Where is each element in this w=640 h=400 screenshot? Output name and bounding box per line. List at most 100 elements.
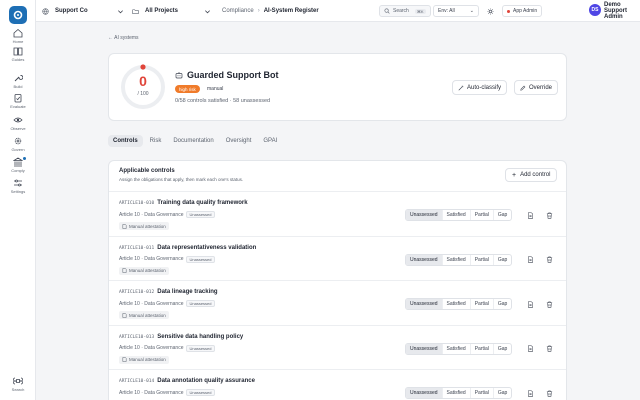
auto-classify-button[interactable]: Auto-classify bbox=[452, 80, 508, 95]
status-option-gap[interactable]: Gap bbox=[494, 210, 511, 220]
sidebar-item-comply[interactable]: Comply bbox=[0, 157, 36, 179]
evidence-button[interactable] bbox=[525, 255, 535, 265]
org-dropdown-toggle[interactable] bbox=[117, 0, 124, 22]
status-option-satisfied[interactable]: Satisfied bbox=[443, 388, 471, 398]
sun-icon bbox=[487, 7, 494, 15]
document-icon bbox=[122, 357, 127, 362]
add-control-button[interactable]: + Add control bbox=[505, 168, 558, 182]
sidebar-item-label: Search bbox=[11, 387, 25, 392]
status-option-partial[interactable]: Partial bbox=[471, 254, 494, 265]
control-article: Article 10 · Data Governance bbox=[119, 300, 184, 307]
app-logo[interactable] bbox=[9, 6, 27, 24]
status-option-partial[interactable]: Partial bbox=[471, 388, 494, 398]
risk-badge: high risk bbox=[175, 85, 200, 93]
control-name[interactable]: Sensitive data handling policy bbox=[157, 334, 243, 340]
panel-title: Applicable controls bbox=[119, 168, 175, 174]
status-option-gap[interactable]: Gap bbox=[494, 255, 511, 265]
control-name[interactable]: Training data quality framework bbox=[157, 200, 247, 206]
status-option-partial[interactable]: Partial bbox=[471, 343, 494, 354]
status-option-satisfied[interactable]: Satisfied bbox=[443, 343, 471, 354]
status-option-unassessed[interactable]: Unassessed bbox=[406, 343, 443, 354]
status-option-satisfied[interactable]: Satisfied bbox=[443, 254, 471, 265]
theme-toggle[interactable] bbox=[487, 0, 494, 22]
evidence-button[interactable] bbox=[525, 388, 535, 398]
control-name[interactable]: Data annotation quality assurance bbox=[157, 378, 255, 384]
status-option-partial[interactable]: Partial bbox=[471, 210, 494, 220]
status-dot bbox=[507, 9, 510, 13]
project-switcher[interactable]: All Projects bbox=[132, 0, 178, 22]
status-option-satisfied[interactable]: Satisfied bbox=[443, 299, 471, 309]
sidebar-item-label: Home bbox=[12, 39, 24, 44]
sidebar-item-label: Evaluate bbox=[10, 104, 26, 109]
control-code: ARTICLE10-012 bbox=[119, 290, 155, 295]
sidebar-item-guides[interactable]: Guides bbox=[0, 46, 36, 68]
status-option-unassessed[interactable]: Unassessed bbox=[406, 299, 443, 309]
globe-icon bbox=[42, 7, 49, 15]
evidence-button[interactable] bbox=[525, 344, 535, 354]
control-name[interactable]: Data representativeness validation bbox=[157, 245, 256, 251]
back-link[interactable]: ← AI systems bbox=[108, 35, 139, 41]
attestation-label: Manual attestation bbox=[129, 223, 166, 229]
classification-mode: manual bbox=[207, 86, 224, 92]
attestation-badge: Manual attestation bbox=[119, 222, 169, 230]
clipboard-icon bbox=[14, 94, 22, 103]
env-select[interactable]: Env: All ⌄ bbox=[433, 5, 479, 17]
status-option-gap[interactable]: Gap bbox=[494, 344, 511, 354]
sidebar-item-build[interactable]: Build bbox=[0, 73, 36, 95]
status-option-unassessed[interactable]: Unassessed bbox=[406, 254, 443, 265]
status-option-unassessed[interactable]: Unassessed bbox=[406, 210, 443, 220]
app-admin-badge[interactable]: App Admin bbox=[502, 5, 543, 17]
tab-risk[interactable]: Risk bbox=[145, 135, 167, 147]
override-button[interactable]: Override bbox=[514, 80, 559, 95]
tab-documentation[interactable]: Documentation bbox=[168, 135, 218, 147]
evidence-button[interactable] bbox=[525, 299, 535, 309]
sidebar: Home Guides Build Evaluate Observe Gover… bbox=[0, 0, 36, 400]
avatar[interactable]: DS bbox=[589, 4, 601, 16]
top-bar: Support Co All Projects Compliance › AI-… bbox=[36, 0, 640, 22]
breadcrumb-parent[interactable]: Compliance bbox=[222, 8, 254, 14]
delete-button[interactable] bbox=[544, 388, 554, 398]
breadcrumb-separator: › bbox=[257, 8, 260, 14]
file-icon bbox=[527, 211, 533, 219]
active-indicator bbox=[23, 157, 26, 160]
status-badge: Unassessed bbox=[186, 255, 215, 263]
status-option-gap[interactable]: Gap bbox=[494, 388, 511, 398]
document-icon bbox=[122, 312, 127, 318]
delete-button[interactable] bbox=[544, 344, 554, 354]
chevron-down-icon bbox=[118, 9, 123, 13]
sidebar-item-govern[interactable]: Govern bbox=[0, 136, 36, 158]
sidebar-search[interactable]: Search bbox=[0, 376, 36, 398]
sidebar-item-settings[interactable]: Settings bbox=[0, 178, 36, 200]
delete-button[interactable] bbox=[544, 299, 554, 309]
attestation-badge: Manual attestation bbox=[119, 355, 169, 364]
status-option-unassessed[interactable]: Unassessed bbox=[406, 388, 443, 398]
bot-icon bbox=[175, 72, 183, 79]
tab-controls[interactable]: Controls bbox=[108, 134, 143, 147]
status-option-satisfied[interactable]: Satisfied bbox=[443, 210, 471, 220]
home-icon bbox=[13, 28, 23, 38]
control-article: Article 10 · Data Governance bbox=[119, 256, 184, 262]
user-name[interactable]: Demo Support Admin bbox=[604, 0, 640, 22]
sidebar-item-label: Govern bbox=[11, 147, 25, 152]
bank-icon bbox=[13, 157, 23, 167]
control-name[interactable]: Data lineage tracking bbox=[157, 289, 217, 295]
attestation-badge: Manual attestation bbox=[119, 266, 169, 275]
control-code: ARTICLE10-010 bbox=[119, 201, 155, 206]
tab-oversight[interactable]: Oversight bbox=[221, 135, 257, 147]
file-icon bbox=[527, 300, 533, 308]
control-title: ARTICLE10-013 Sensitive data handling po… bbox=[119, 334, 243, 340]
sidebar-item-observe[interactable]: Observe bbox=[0, 115, 36, 137]
status-option-partial[interactable]: Partial bbox=[471, 299, 494, 309]
delete-button[interactable] bbox=[544, 210, 554, 220]
search-shortcut: ⌘K bbox=[414, 8, 426, 14]
tab-bar: Controls Risk Documentation Oversight GP… bbox=[108, 133, 284, 148]
org-switcher[interactable]: Support Co bbox=[42, 0, 88, 22]
status-option-gap[interactable]: Gap bbox=[494, 299, 511, 309]
tab-gpai[interactable]: GPAI bbox=[258, 135, 282, 147]
sidebar-item-evaluate[interactable]: Evaluate bbox=[0, 93, 36, 115]
delete-button[interactable] bbox=[544, 255, 554, 265]
search-button[interactable]: Search ⌘K bbox=[379, 5, 431, 17]
trash-icon bbox=[546, 390, 552, 397]
evidence-button[interactable] bbox=[525, 210, 535, 220]
project-dropdown-toggle[interactable] bbox=[204, 0, 211, 22]
